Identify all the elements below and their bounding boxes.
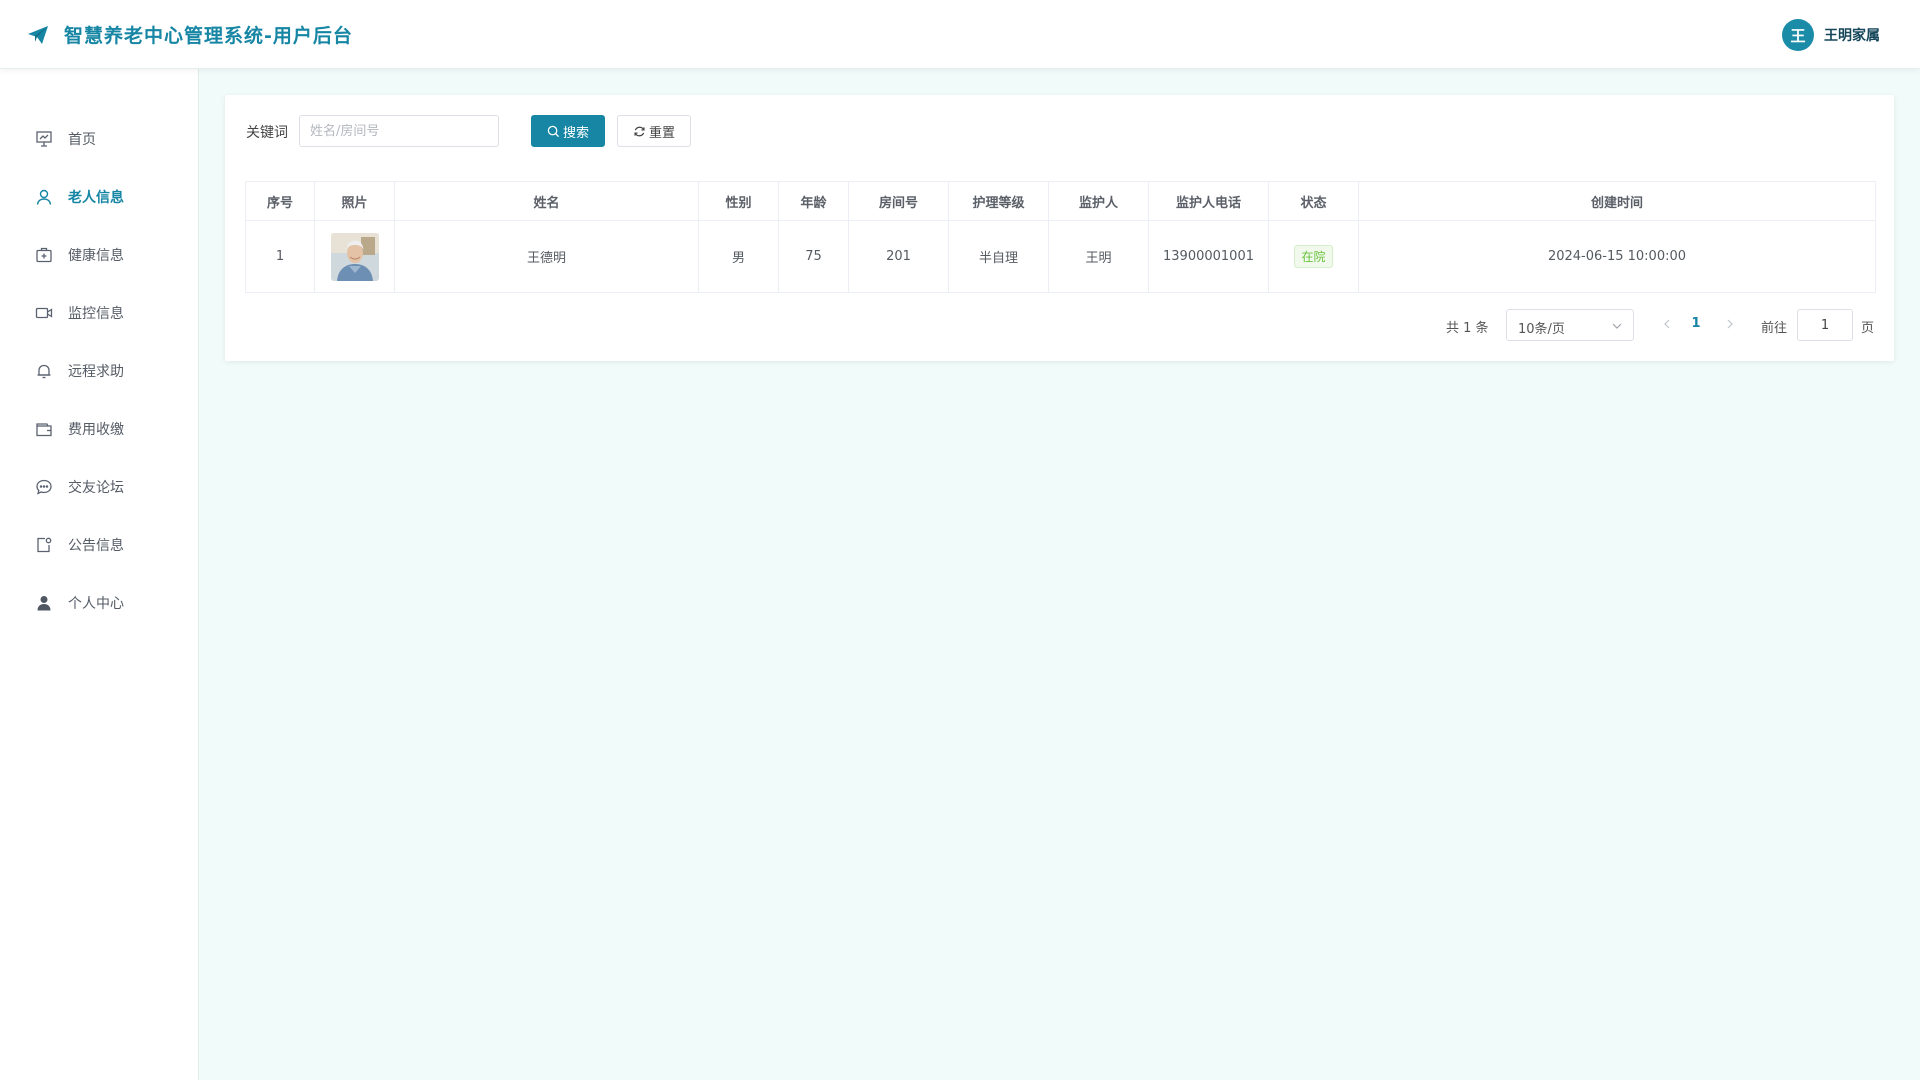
column-header: 创建时间 — [1358, 181, 1876, 221]
status-badge: 在院 — [1294, 245, 1333, 268]
page-size-value: 10条/页 — [1518, 322, 1565, 337]
pagination-goto-label: 前往 — [1761, 321, 1788, 336]
search-input[interactable] — [299, 115, 499, 147]
refresh-icon — [634, 126, 645, 136]
elderly-photo[interactable] — [330, 232, 379, 281]
cell-index: 1 — [245, 220, 315, 293]
column-header: 姓名 — [394, 181, 699, 221]
sidebar-item-remote-help[interactable]: 远程求助 — [0, 348, 199, 392]
user-filled-icon — [37, 596, 51, 611]
sidebar-item-label: 交友论坛 — [68, 480, 124, 496]
cell-guardian: 王明 — [1048, 220, 1149, 293]
table-header-row: 序号 照片 姓名 性别 年龄 房间号 护理等级 监护人 监护人电话 状态 创建时… — [245, 181, 1876, 221]
top-header: 智慧养老中心管理系统-用户后台 王 王明家属 — [0, 0, 1920, 69]
sidebar-item-monitoring-info[interactable]: 监控信息 — [0, 290, 199, 334]
search-button-label: 搜索 — [562, 125, 589, 141]
sidebar-item-label: 个人中心 — [68, 596, 124, 612]
reset-button[interactable]: 重置 — [617, 115, 691, 147]
avatar[interactable]: 王 — [1782, 19, 1814, 51]
column-header: 监护人电话 — [1148, 181, 1269, 221]
video-camera-icon — [35, 307, 53, 319]
sidebar-item-elderly-info[interactable]: 老人信息 — [0, 174, 199, 218]
cell-photo — [314, 220, 395, 293]
keyword-label: 关键词 — [246, 125, 288, 141]
search-button[interactable]: 搜索 — [531, 115, 605, 147]
sidebar-item-personal-center[interactable]: 个人中心 — [0, 580, 199, 624]
app-title: 智慧养老中心管理系统-用户后台 — [64, 25, 353, 47]
cell-name: 王德明 — [394, 220, 699, 293]
paper-plane-icon — [28, 26, 48, 44]
cell-created-at: 2024-06-15 10:00:00 — [1358, 220, 1876, 293]
sidebar-item-forum[interactable]: 交友论坛 — [0, 464, 199, 508]
sidebar-item-label: 监控信息 — [68, 306, 124, 322]
pagination-page-suffix: 页 — [1861, 321, 1875, 336]
user-icon — [36, 189, 52, 205]
user-name[interactable]: 王明家属 — [1824, 25, 1880, 45]
chat-bubble-icon — [36, 479, 52, 495]
elderly-table: 序号 照片 姓名 性别 年龄 房间号 护理等级 监护人 监护人电话 状态 创建时… — [245, 181, 1876, 293]
chevron-down-icon — [1612, 323, 1622, 329]
column-header: 年龄 — [778, 181, 849, 221]
sidebar-item-label: 费用收缴 — [68, 422, 124, 438]
sidebar-item-label: 公告信息 — [68, 538, 124, 554]
sidebar-item-label: 首页 — [68, 132, 96, 148]
first-aid-kit-icon — [36, 247, 52, 263]
pagination-goto-input[interactable] — [1797, 309, 1853, 341]
sidebar-item-fee-payment[interactable]: 费用收缴 — [0, 406, 199, 450]
pagination-current-page[interactable]: 1 — [1686, 316, 1706, 331]
sidebar-item-home[interactable]: 首页 — [0, 116, 199, 160]
main-card: 关键词 搜索 重置 序号 照片 姓名 性别 年龄 — [225, 95, 1894, 361]
column-header: 监护人 — [1048, 181, 1149, 221]
column-header: 状态 — [1268, 181, 1359, 221]
chevron-left-icon[interactable] — [1661, 318, 1673, 330]
cell-care-level: 半自理 — [948, 220, 1049, 293]
wallet-icon — [36, 423, 52, 437]
column-header: 护理等级 — [948, 181, 1049, 221]
cell-gender: 男 — [698, 220, 779, 293]
bell-icon — [37, 364, 51, 379]
cell-age: 75 — [778, 220, 849, 293]
sidebar: 首页 老人信息 健康信息 监控信息 远程求助 费用收缴 交友论坛 公告信息 个人… — [0, 69, 199, 1080]
search-icon — [547, 125, 560, 137]
notice-icon — [37, 537, 52, 553]
cell-room: 201 — [848, 220, 949, 293]
column-header: 性别 — [698, 181, 779, 221]
sidebar-item-announcements[interactable]: 公告信息 — [0, 522, 199, 566]
reset-button-label: 重置 — [648, 125, 675, 141]
table-row[interactable]: 1 王德明 男 75 201 半自理 王明 13900001001 在院 202… — [245, 220, 1876, 293]
sidebar-item-label: 老人信息 — [68, 190, 124, 206]
sidebar-item-label: 健康信息 — [68, 248, 124, 264]
pagination-total: 共 1 条 — [1446, 321, 1489, 336]
cell-status: 在院 — [1268, 220, 1359, 293]
page-size-select[interactable]: 10条/页 — [1506, 309, 1634, 341]
column-header: 照片 — [314, 181, 395, 221]
chevron-right-icon[interactable] — [1724, 318, 1736, 330]
sidebar-item-label: 远程求助 — [68, 364, 124, 380]
cell-guardian-phone: 13900001001 — [1148, 220, 1269, 293]
presentation-chart-icon — [36, 131, 52, 147]
column-header: 序号 — [245, 181, 315, 221]
column-header: 房间号 — [848, 181, 949, 221]
sidebar-item-health-info[interactable]: 健康信息 — [0, 232, 199, 276]
